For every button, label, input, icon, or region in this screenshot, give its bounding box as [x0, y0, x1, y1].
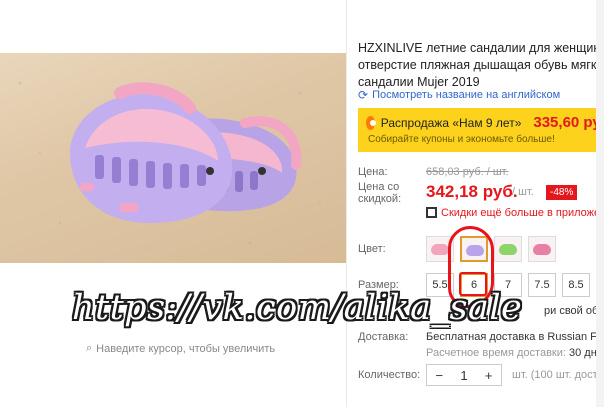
size-chart-link[interactable]: ри свой об	[544, 305, 598, 317]
color-swatch-green[interactable]	[494, 236, 522, 262]
quantity-minus-button[interactable]: −	[427, 368, 452, 383]
delivery-time: Расчетное время доставки: 30 дн.	[426, 347, 600, 359]
app-discount-link[interactable]: Скидки ещё больше в приложении ▾	[426, 206, 604, 219]
quantity-note: шт. (100 шт. доступно	[512, 369, 604, 381]
old-price: 658,03 руб. / шт.	[426, 166, 509, 178]
scrollbar[interactable]	[596, 0, 604, 407]
quantity-label: Количество:	[358, 369, 421, 381]
watermark: https://vk.com/alika_sale	[72, 288, 523, 328]
sale-price: 335,60 руб	[533, 114, 604, 131]
zoom-hint: ⌕ Наведите курсор, чтобы увеличить	[86, 342, 275, 355]
translate-title-link[interactable]: ⟳ Посмотреть название на английском	[358, 88, 560, 102]
app-discount-text[interactable]: Скидки ещё больше в приложении	[441, 207, 604, 219]
translate-link-text[interactable]: Посмотреть название на английском	[372, 89, 560, 101]
qr-code-icon	[426, 207, 437, 218]
sale-subtitle: Собирайте купоны и экономьте больше!	[368, 134, 555, 145]
sale-banner[interactable]: Распродажа «Нам 9 лет» 335,60 руб Собира…	[358, 108, 604, 152]
price-label: Цена:	[358, 166, 388, 178]
current-price: 342,18 руб.	[426, 182, 518, 201]
per-unit: / шт.	[512, 186, 534, 198]
magnifier-icon: ⌕	[86, 342, 93, 354]
translate-icon: ⟳	[358, 88, 369, 102]
size-option[interactable]: 7.5	[528, 273, 556, 297]
color-label: Цвет:	[358, 243, 386, 255]
sale-label: Распродажа «Нам 9 лет»	[380, 115, 522, 130]
product-image[interactable]	[0, 53, 346, 263]
product-title-line: HZXINLIVE летние сандалии для женщин туф	[358, 41, 604, 55]
product-info-panel: HZXINLIVE летние сандалии для женщин туф…	[348, 0, 604, 407]
product-title-line: отверстие пляжная дышащая обувь мягкие	[358, 58, 604, 72]
shipping-method[interactable]: Бесплатная доставка в Russian Federa	[426, 331, 604, 343]
quantity-plus-button[interactable]: +	[476, 368, 501, 383]
sandal-left	[70, 82, 233, 223]
discount-badge: -48%	[546, 185, 578, 200]
discount-price-label: Цена со	[358, 181, 400, 193]
quantity-input[interactable]: 1	[452, 368, 477, 383]
shipping-label: Доставка:	[358, 331, 409, 343]
divider	[346, 0, 347, 407]
location-pin-icon	[366, 115, 376, 130]
product-title: HZXINLIVE летние сандалии для женщин туф…	[358, 40, 604, 91]
quantity-stepper: − 1 +	[426, 364, 502, 386]
discount-price-label: скидкой:	[358, 193, 402, 205]
size-option[interactable]: 8.5	[562, 273, 590, 297]
sandals-illustration	[18, 81, 322, 250]
delivery-time-label: Расчетное время доставки:	[426, 347, 566, 359]
zoom-hint-text: Наведите курсор, чтобы увеличить	[96, 342, 276, 355]
color-swatch-pink-purple[interactable]	[528, 236, 556, 262]
